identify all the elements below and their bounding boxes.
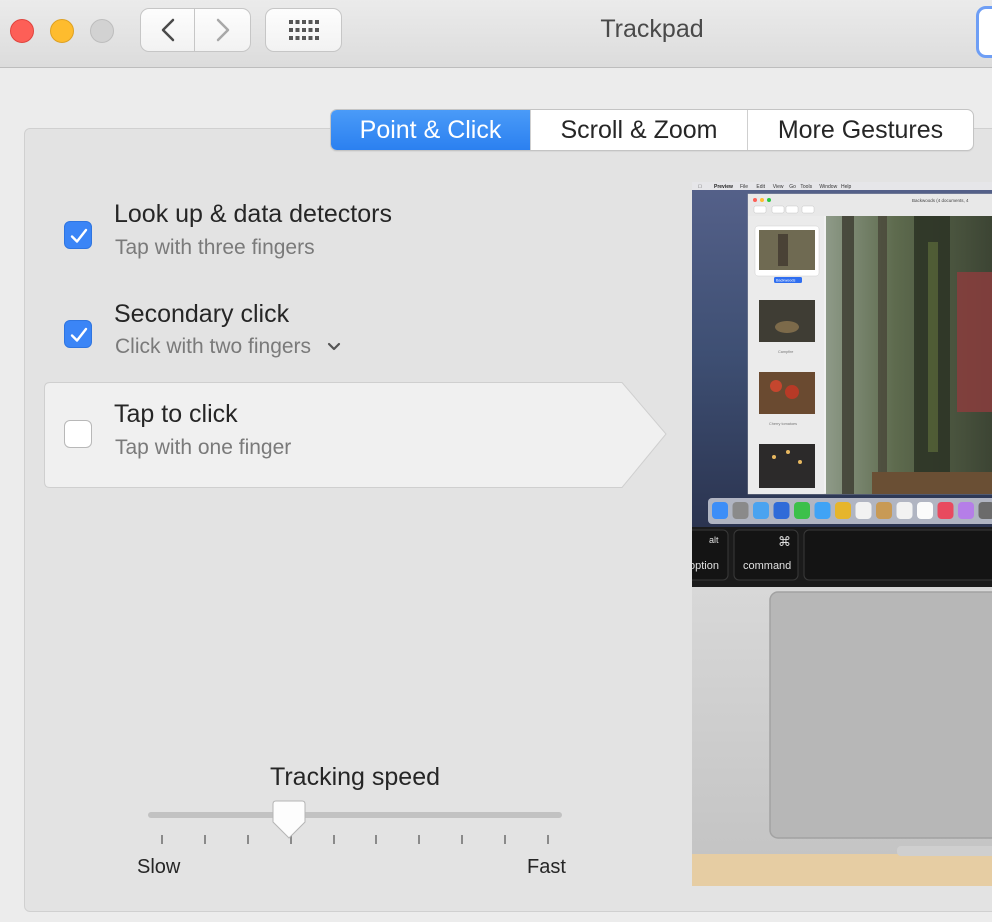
slider-tick (246, 835, 249, 844)
secondary-click-title: Secondary click (114, 300, 290, 328)
tab-bar: Point & Click Scroll & Zoom More Gesture… (330, 109, 974, 151)
preview-menu-item: Help (841, 184, 852, 190)
title-bar: Trackpad (0, 0, 992, 68)
dock-app-icon (855, 502, 872, 519)
preview-thumb-label: Cherry tomatoes (769, 422, 797, 426)
dock-app-icon (978, 502, 992, 519)
dock-app-icon (876, 502, 892, 519)
lookup-subtitle: Tap with three fingers (115, 236, 315, 259)
preview-thumb-label: Backwoods (776, 279, 796, 283)
chevron-down-icon (327, 343, 341, 351)
key-command-top: ⌘ (778, 535, 791, 550)
preview-doc-title: Backwoods (4 documents, 4 (912, 198, 969, 203)
preview-menu-item: Edit (756, 184, 765, 190)
tab-more-gestures[interactable]: More Gestures (748, 110, 973, 150)
slider-tick (332, 835, 335, 844)
back-button[interactable] (140, 8, 195, 52)
dock-app-icon (814, 502, 831, 519)
preview-thumb-label: Campfire (778, 350, 793, 354)
preview-menu-item: View (773, 184, 784, 190)
gesture-preview-image:  Preview FileEditViewGoToolsWindowHelp … (692, 182, 992, 886)
dock-app-icon (794, 502, 810, 519)
key-command-bottom: command (743, 560, 791, 572)
dock-app-icon (917, 502, 933, 519)
preview-menu-app: Preview (714, 184, 733, 190)
dock-app-icon (958, 502, 974, 519)
slider-tick (375, 835, 378, 844)
close-window-button[interactable] (10, 19, 34, 43)
lookup-checkbox[interactable] (64, 221, 92, 249)
slider-tick (504, 835, 507, 844)
slider-tick (461, 835, 464, 844)
selected-option-highlight (44, 382, 667, 488)
search-field[interactable] (976, 6, 992, 58)
preview-menu-item: Go (789, 184, 796, 190)
preview-menu-item: File (740, 184, 748, 190)
window-title: Trackpad (600, 15, 704, 43)
minimize-window-button[interactable] (50, 19, 74, 43)
secondary-click-popup[interactable]: Click with two fingers (115, 335, 341, 359)
dock-app-icon (732, 502, 749, 519)
tap-to-click-title: Tap to click (114, 400, 238, 428)
zoom-window-button[interactable] (90, 19, 114, 43)
slider-tick (203, 835, 206, 844)
tracking-speed-slider-track[interactable] (148, 812, 562, 818)
preview-menu-item: Window (819, 184, 837, 190)
checkmark-icon (70, 228, 88, 243)
key-option-bottom: option (692, 560, 719, 572)
dock-app-icon (773, 502, 790, 519)
forward-button[interactable] (195, 8, 251, 52)
secondary-click-checkbox[interactable] (64, 320, 92, 348)
lookup-title: Look up & data detectors (114, 200, 392, 228)
key-option-top: alt (709, 535, 719, 545)
preview-menu-item: Tools (800, 184, 812, 190)
tab-point-and-click[interactable]: Point & Click (331, 110, 531, 150)
dock-app-icon (835, 502, 851, 519)
slider-tick (547, 835, 549, 844)
secondary-click-subtitle: Click with two fingers (115, 335, 312, 358)
slider-tick (161, 835, 163, 844)
tracking-speed-label: Tracking speed (270, 763, 440, 791)
chevron-left-icon (161, 18, 174, 42)
tracking-speed-slider-knob[interactable] (272, 800, 306, 840)
chevron-right-icon (216, 18, 229, 42)
checkmark-icon (70, 327, 88, 342)
slider-tick (418, 835, 421, 844)
fast-label: Fast (527, 856, 566, 878)
dock-app-icon (937, 502, 954, 519)
tap-to-click-subtitle: Tap with one finger (115, 436, 292, 459)
tab-scroll-and-zoom[interactable]: Scroll & Zoom (531, 110, 748, 150)
dock-app-icon (896, 502, 913, 519)
grid-icon (288, 20, 319, 40)
show-all-button[interactable] (265, 8, 342, 52)
dock-app-icon (712, 502, 728, 519)
svg-text::  (698, 184, 702, 190)
tap-to-click-checkbox[interactable] (64, 420, 92, 448)
slow-label: Slow (137, 856, 181, 878)
dock-app-icon (753, 502, 769, 519)
